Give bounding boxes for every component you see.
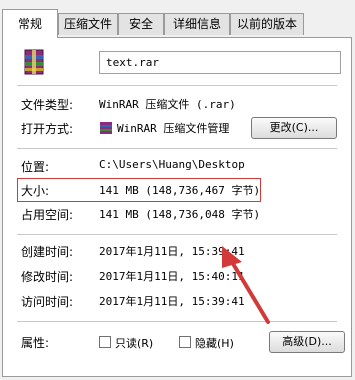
disk-size-row: 占用空间: 141 MB (148,736,048 字节) — [3, 204, 351, 224]
tab-details[interactable]: 详细信息 — [164, 13, 230, 35]
accessed-value: 2017年1月11日, 15:39:41 — [99, 295, 245, 308]
hidden-checkbox[interactable] — [179, 336, 191, 348]
tab-previous-versions[interactable]: 以前的版本 — [230, 13, 304, 35]
modified-label: 修改时间: — [21, 270, 74, 284]
readonly-checkbox[interactable] — [99, 336, 111, 348]
modified-row: 修改时间: 2017年1月11日, 15:40:11 — [3, 266, 351, 286]
disk-size-value: 141 MB (148,736,048 字节) — [99, 208, 261, 221]
modified-value: 2017年1月11日, 15:40:11 — [99, 270, 245, 283]
winrar-app-icon — [99, 121, 113, 135]
created-row: 创建时间: 2017年1月11日, 15:39:41 — [3, 241, 351, 261]
tab-bar: 常规 压缩文件 安全 详细信息 以前的版本 — [0, 0, 355, 38]
file-name-field[interactable]: text.rar — [99, 51, 341, 74]
accessed-label: 访问时间: — [21, 295, 74, 309]
location-label: 位置: — [21, 160, 50, 174]
open-with-label: 打开方式: — [21, 122, 74, 136]
type-value: WinRAR 压缩文件 (.rar) — [99, 98, 236, 111]
attributes-label: 属性: — [21, 336, 50, 350]
tab-archive[interactable]: 压缩文件 — [58, 13, 118, 35]
tab-security[interactable]: 安全 — [118, 13, 164, 35]
divider — [17, 234, 337, 235]
readonly-label: 只读(R) — [115, 337, 154, 350]
change-button[interactable]: 更改(C)... — [251, 117, 337, 139]
open-with-value: WinRAR 压缩文件管理 — [117, 122, 230, 135]
created-value: 2017年1月11日, 15:39:41 — [99, 245, 245, 258]
location-value: C:\Users\Huang\Desktop — [99, 158, 245, 171]
disk-size-label: 占用空间: — [21, 208, 74, 222]
type-row: 文件类型: WinRAR 压缩文件 (.rar) — [3, 94, 351, 114]
divider — [17, 148, 337, 149]
accessed-row: 访问时间: 2017年1月11日, 15:39:41 — [3, 291, 351, 311]
divider — [17, 321, 337, 322]
winrar-archive-icon — [21, 48, 49, 76]
general-panel: text.rar 文件类型: WinRAR 压缩文件 (.rar) 打开方式: … — [2, 37, 352, 377]
created-label: 创建时间: — [21, 245, 74, 259]
advanced-button[interactable]: 高级(D)... — [269, 331, 345, 353]
location-row: 位置: C:\Users\Huang\Desktop — [3, 156, 351, 176]
tab-general[interactable]: 常规 — [2, 9, 58, 38]
size-highlight-box — [17, 178, 261, 202]
hidden-label: 隐藏(H) — [195, 337, 234, 350]
type-label: 文件类型: — [21, 98, 74, 112]
divider — [17, 85, 337, 86]
